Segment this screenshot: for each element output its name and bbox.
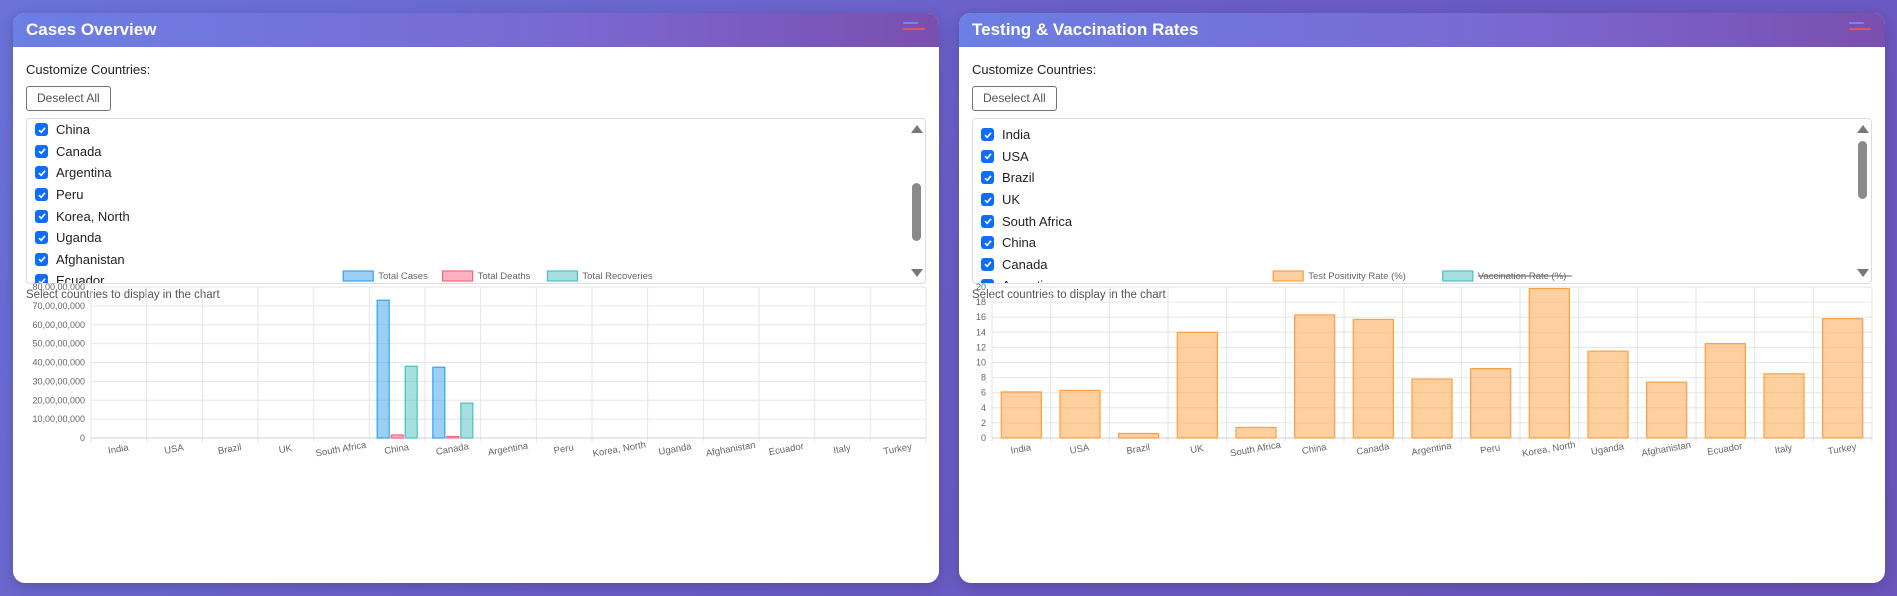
bar[interactable] xyxy=(1822,318,1864,439)
x-tick-label: Italy xyxy=(1774,443,1793,457)
x-tick-label: South Africa xyxy=(315,440,368,460)
x-tick-label: Afghanistan xyxy=(705,440,756,460)
bar[interactable] xyxy=(1352,318,1394,439)
legend-label: Test Positivity Rate (%) xyxy=(1308,271,1406,282)
legend-item[interactable]: Test Positivity Rate (%) xyxy=(1272,270,1406,282)
y-tick-label: 80,00,00,000 xyxy=(32,282,85,292)
x-tick-label: Afghanistan xyxy=(1641,440,1692,460)
bar[interactable] xyxy=(1470,367,1512,439)
bar[interactable] xyxy=(1235,426,1277,439)
bar[interactable] xyxy=(432,366,446,439)
y-tick-label: 2 xyxy=(981,418,986,428)
x-tick-label: Brazil xyxy=(1126,442,1151,457)
bar[interactable] xyxy=(446,435,460,439)
y-tick-label: 6 xyxy=(981,388,986,398)
x-tick-label: India xyxy=(107,442,130,457)
x-tick-label: Canada xyxy=(435,441,470,458)
x-tick-label: Turkey xyxy=(883,442,913,458)
bar[interactable] xyxy=(1059,389,1101,439)
x-tick-label: UK xyxy=(278,443,294,456)
legend-label: Total Deaths xyxy=(478,271,531,282)
legend-label: Total Cases xyxy=(378,271,428,282)
bar[interactable] xyxy=(376,299,390,439)
y-tick-label: 18 xyxy=(976,297,986,307)
cases-overview-card: Cases Overview Customize Countries: Dese… xyxy=(13,13,939,583)
y-tick-label: 10,00,00,000 xyxy=(32,414,85,424)
y-tick-label: 50,00,00,000 xyxy=(32,339,85,349)
bar[interactable] xyxy=(390,434,404,439)
bar[interactable] xyxy=(1176,331,1218,439)
x-tick-label: Canada xyxy=(1356,441,1391,458)
x-tick-label: USA xyxy=(163,442,185,456)
x-tick-label: Brazil xyxy=(217,442,242,457)
bar[interactable] xyxy=(1294,314,1336,439)
legend-item[interactable]: Total Deaths xyxy=(442,270,531,282)
y-tick-label: 60,00,00,000 xyxy=(32,320,85,330)
y-tick-label: 14 xyxy=(976,327,986,337)
testing-vaccination-card: Testing & Vaccination Rates Customize Co… xyxy=(959,13,1885,583)
x-tick-label: China xyxy=(1301,442,1328,457)
y-tick-label: 20,00,00,000 xyxy=(32,395,85,405)
x-tick-label: Ecuador xyxy=(768,441,805,458)
x-tick-label: UK xyxy=(1189,443,1205,456)
cases-bar-chart: 0 10,00,00,000 20,00,00,000 30,00,00,000 40,… xyxy=(32,270,927,460)
x-tick-label: Italy xyxy=(833,443,852,457)
y-tick-label: 4 xyxy=(981,403,986,413)
x-tick-label: Uganda xyxy=(1590,441,1625,458)
bar[interactable] xyxy=(460,402,474,439)
y-tick-label: 8 xyxy=(981,373,986,383)
legend-swatch xyxy=(342,270,374,282)
y-tick-label: 16 xyxy=(976,312,986,322)
y-tick-label: 12 xyxy=(976,342,986,352)
bar[interactable] xyxy=(1763,373,1805,439)
x-tick-label: South Africa xyxy=(1229,440,1282,460)
y-tick-label: 10 xyxy=(976,358,986,368)
legend-swatch xyxy=(546,270,579,282)
legend-item[interactable]: Total Recoveries xyxy=(546,270,653,282)
y-tick-label: 0 xyxy=(80,433,85,443)
legend-item[interactable]: Vaccination Rate (%) xyxy=(1442,270,1572,282)
legend-swatch xyxy=(1442,270,1474,282)
legend-swatch xyxy=(1272,270,1304,282)
x-tick-label: Peru xyxy=(1479,442,1501,456)
y-tick-label: 30,00,00,000 xyxy=(32,376,85,386)
x-tick-label: Korea, North xyxy=(592,439,647,459)
legend-swatch xyxy=(442,270,474,282)
y-tick-label: 0 xyxy=(981,433,986,443)
x-tick-label: Argentina xyxy=(1411,440,1454,458)
bar[interactable] xyxy=(1000,391,1042,439)
legend-label: Total Recoveries xyxy=(582,271,652,282)
x-tick-label: Peru xyxy=(553,442,575,456)
bar[interactable] xyxy=(1646,381,1688,439)
x-tick-label: Argentina xyxy=(487,440,530,458)
y-tick-label: 20 xyxy=(976,282,986,292)
bar[interactable] xyxy=(404,365,418,439)
x-tick-label: China xyxy=(384,442,411,457)
bar[interactable] xyxy=(1411,378,1453,439)
x-tick-label: Turkey xyxy=(1827,442,1857,458)
y-tick-label: 40,00,00,000 xyxy=(32,358,85,368)
bar[interactable] xyxy=(1704,343,1746,439)
rates-bar-chart: 0 2 4 6 8 10 12 14 16 18 20 India USA Brazil UK South A… xyxy=(976,270,1873,460)
bar[interactable] xyxy=(1587,350,1629,439)
bar[interactable] xyxy=(1528,287,1570,439)
x-tick-label: Korea, North xyxy=(1521,439,1576,459)
x-tick-label: Uganda xyxy=(658,441,693,458)
bar[interactable] xyxy=(1118,432,1160,439)
y-tick-label: 70,00,00,000 xyxy=(32,301,85,311)
legend-item[interactable]: Total Cases xyxy=(342,270,428,282)
x-tick-label: Ecuador xyxy=(1707,441,1744,458)
x-tick-label: USA xyxy=(1069,442,1091,456)
x-tick-label: India xyxy=(1010,442,1033,457)
